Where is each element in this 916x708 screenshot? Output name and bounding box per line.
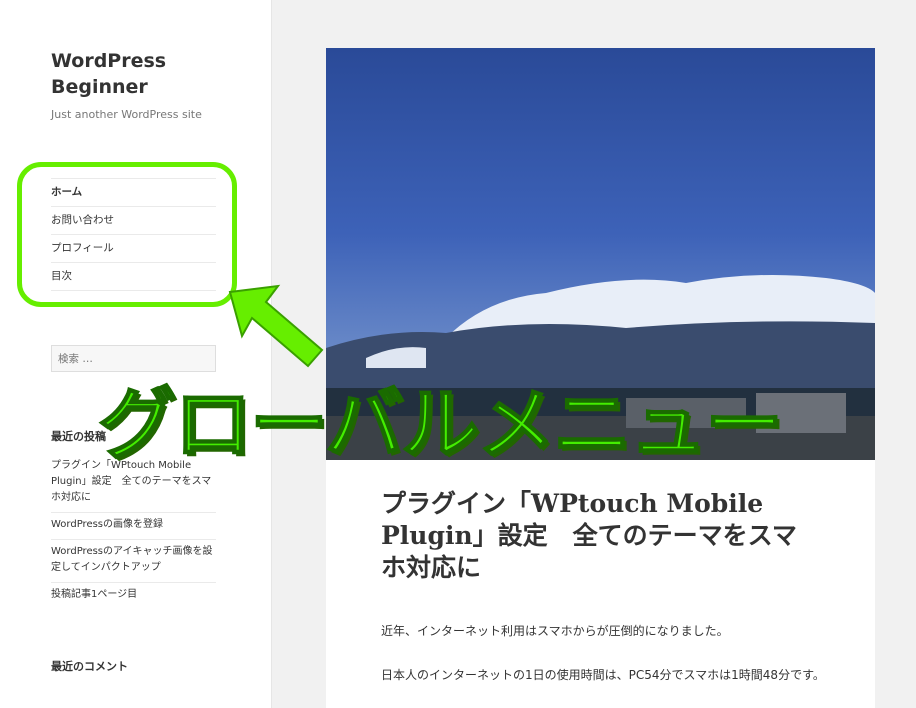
post-title[interactable]: プラグイン「WPtouch Mobile Plugin」設定 全てのテーマをスマ… xyxy=(381,488,821,584)
recent-posts-list: プラグイン「WPtouch Mobile Plugin」設定 全てのテーマをスマ… xyxy=(51,454,216,609)
site-description: Just another WordPress site xyxy=(51,108,202,121)
recent-post-link[interactable]: WordPressの画像を登録 xyxy=(51,513,216,540)
site-title[interactable]: WordPress Beginner xyxy=(51,48,251,100)
arrow-icon xyxy=(228,284,324,368)
recent-comments-title: 最近のコメント xyxy=(51,660,128,673)
recent-post-link[interactable]: 投稿記事1ページ目 xyxy=(51,583,216,609)
recent-post-link[interactable]: WordPressのアイキャッチ画像を設定してインパクトアップ xyxy=(51,540,216,583)
post-title-prefix: プラグイン「 xyxy=(381,489,532,518)
annotation-label: グローバルメニュー xyxy=(97,379,784,471)
highlight-ring xyxy=(17,162,237,307)
post-paragraph: 日本人のインターネットの1日の使用時間は、PC54分でスマホは1時間48分です。 xyxy=(381,668,825,682)
post-paragraph: 近年、インターネット利用はスマホからが圧倒的になりました。 xyxy=(381,624,729,638)
